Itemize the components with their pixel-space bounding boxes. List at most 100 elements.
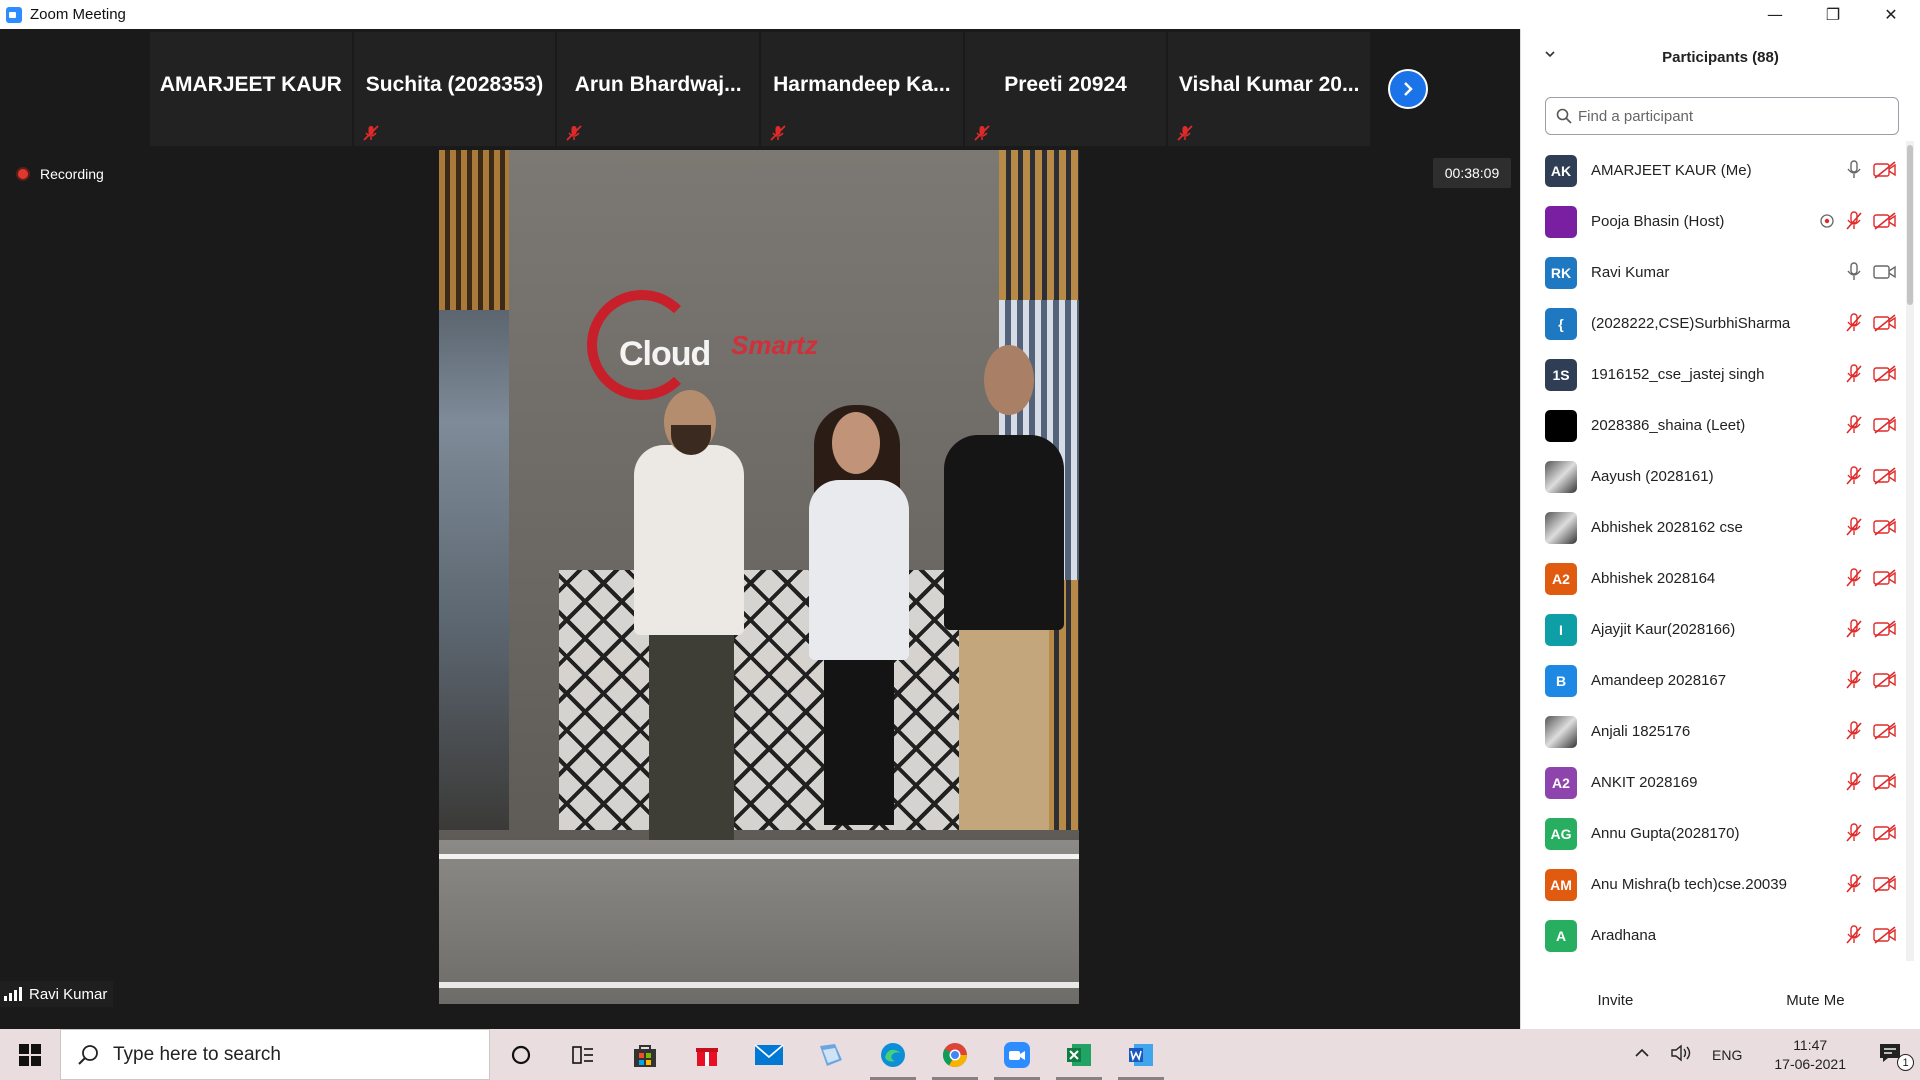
participant-tile[interactable]: AMARJEET KAUR [150, 32, 352, 146]
video-off-icon[interactable] [1873, 212, 1897, 230]
panel-header: Participants (88) [1521, 29, 1920, 85]
video-off-icon[interactable] [1873, 620, 1897, 638]
video-off-icon[interactable] [1873, 467, 1897, 485]
video-person-body [944, 435, 1064, 630]
mic-muted-icon[interactable] [1845, 823, 1863, 843]
video-off-icon[interactable] [1873, 722, 1897, 740]
participant-row[interactable]: A Aradhana [1521, 910, 1905, 961]
zoom-app[interactable] [986, 1029, 1048, 1080]
participant-row[interactable]: AK AMARJEET KAUR (Me) [1521, 145, 1905, 196]
close-button[interactable]: ✕ [1862, 0, 1920, 29]
mic-muted-icon[interactable] [1845, 364, 1863, 384]
meeting-timer: 00:38:09 [1433, 158, 1511, 188]
video-off-icon[interactable] [1873, 161, 1897, 179]
mic-icon[interactable] [1845, 262, 1863, 282]
mic-muted-icon[interactable] [1845, 211, 1863, 231]
mic-muted-icon[interactable] [1845, 415, 1863, 435]
edge-app[interactable] [862, 1029, 924, 1080]
video-off-icon[interactable] [1873, 671, 1897, 689]
file-app[interactable] [800, 1029, 862, 1080]
participant-row[interactable]: AG Annu Gupta(2028170) [1521, 808, 1905, 859]
video-wood-slats [439, 150, 509, 310]
participant-row[interactable]: Aayush (2028161) [1521, 451, 1905, 502]
participant-tile[interactable]: Harmandeep Ka... [761, 32, 963, 146]
participant-row[interactable]: AM Anu Mishra(b tech)cse.20039 [1521, 859, 1905, 910]
video-off-icon[interactable] [1873, 416, 1897, 434]
video-off-icon[interactable] [1873, 569, 1897, 587]
video-off-icon[interactable] [1873, 824, 1897, 842]
mic-muted-icon [363, 125, 379, 141]
next-page-button[interactable] [1388, 69, 1428, 109]
participant-tile[interactable]: Vishal Kumar 20... [1168, 32, 1371, 146]
participant-tile[interactable]: Preeti 20924 [964, 32, 1167, 146]
store-app[interactable] [614, 1029, 676, 1080]
notifications-button[interactable]: 1 [1868, 1042, 1920, 1071]
excel-app[interactable] [1048, 1029, 1110, 1080]
mic-muted-icon[interactable] [1845, 925, 1863, 945]
invite-button[interactable]: Invite [1587, 985, 1644, 1015]
mic-muted-icon[interactable] [1845, 466, 1863, 486]
mic-muted-icon[interactable] [1845, 313, 1863, 333]
participant-list-scrollbar[interactable] [1906, 141, 1914, 961]
mic-muted-icon[interactable] [1845, 670, 1863, 690]
video-off-icon[interactable] [1873, 926, 1897, 944]
video-off-icon[interactable] [1873, 365, 1897, 383]
active-speaker-video[interactable]: Cloud Smartz [439, 150, 1079, 1004]
participant-row[interactable]: 2028386_shaina (Leet) [1521, 400, 1905, 451]
mic-muted-icon[interactable] [1845, 772, 1863, 792]
taskbar-search[interactable]: Type here to search [60, 1029, 490, 1080]
mic-muted-icon[interactable] [1845, 517, 1863, 537]
search-input[interactable] [1578, 107, 1878, 125]
video-icon[interactable] [1873, 263, 1897, 281]
participant-row[interactable]: 1S 1916152_cse_jastej singh [1521, 349, 1905, 400]
video-off-icon[interactable] [1873, 773, 1897, 791]
scrollbar-thumb[interactable] [1907, 145, 1913, 305]
excel-icon [1067, 1043, 1091, 1066]
video-off-icon[interactable] [1873, 518, 1897, 536]
chrome-app[interactable] [924, 1029, 986, 1080]
mail-app[interactable] [738, 1029, 800, 1080]
start-button[interactable] [0, 1029, 60, 1080]
participant-row[interactable]: A2 ANKIT 2028169 [1521, 757, 1905, 808]
participant-row[interactable]: B Amandeep 2028167 [1521, 655, 1905, 706]
video-off-icon[interactable] [1873, 875, 1897, 893]
gift-icon [696, 1047, 718, 1066]
participant-search[interactable] [1545, 97, 1899, 135]
chevron-down-icon[interactable] [1543, 47, 1557, 61]
participant-row[interactable]: {(2028222,CSE)SurbhiSharma [1521, 298, 1905, 349]
volume-icon [1671, 1044, 1691, 1062]
recording-indicator[interactable]: Recording [16, 166, 104, 182]
mic-muted-icon [566, 125, 582, 141]
mic-muted-icon[interactable] [1845, 721, 1863, 741]
gift-app[interactable] [676, 1029, 738, 1080]
taskbar-clock[interactable]: 11:47 17-06-2021 [1752, 1036, 1868, 1074]
cortana-button[interactable] [490, 1029, 552, 1080]
avatar: AM [1545, 868, 1577, 901]
participant-row[interactable]: RK Ravi Kumar [1521, 247, 1905, 298]
language-indicator[interactable]: ENG [1702, 1047, 1752, 1063]
minimize-button[interactable]: — [1746, 0, 1804, 29]
mic-muted-icon[interactable] [1845, 568, 1863, 588]
participant-status-icons [1845, 364, 1897, 384]
volume-button[interactable] [1660, 1044, 1702, 1065]
mic-muted-icon[interactable] [1845, 874, 1863, 894]
participant-row[interactable]: I Ajayjit Kaur(2028166) [1521, 604, 1905, 655]
mute-me-button[interactable]: Mute Me [1776, 985, 1855, 1015]
task-view-button[interactable] [552, 1029, 614, 1080]
participant-row[interactable]: Anjali 1825176 [1521, 706, 1905, 757]
participant-tile[interactable]: Arun Bhardwaj... [557, 32, 760, 146]
mic-muted-icon[interactable] [1845, 619, 1863, 639]
window-titlebar: Zoom Meeting — ❐ ✕ [0, 0, 1920, 29]
mic-icon[interactable] [1845, 160, 1863, 180]
mic-muted-icon [770, 125, 786, 141]
participant-row[interactable]: A2 Abhishek 2028164 [1521, 553, 1905, 604]
participant-row[interactable]: Abhishek 2028162 cse [1521, 502, 1905, 553]
participant-tile[interactable]: Suchita (2028353) [353, 32, 556, 146]
video-off-icon[interactable] [1873, 314, 1897, 332]
participant-row[interactable]: Pooja Bhasin (Host) [1521, 196, 1905, 247]
restore-button[interactable]: ❐ [1804, 0, 1862, 29]
word-app[interactable] [1110, 1029, 1172, 1080]
video-person-body [634, 445, 744, 635]
chevron-right-icon [1404, 82, 1413, 96]
show-hidden-icons-button[interactable] [1624, 1046, 1660, 1063]
